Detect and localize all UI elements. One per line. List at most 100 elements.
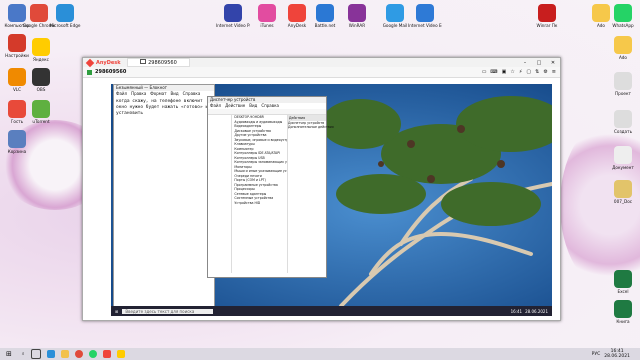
maximize-button[interactable]: □: [532, 60, 546, 66]
actions-list: Диспетчер устройств Дополнительные действ…: [288, 121, 334, 129]
bookmark-icon[interactable]: ☆: [510, 69, 514, 75]
desktop-icon-label: Winrar Пк: [536, 23, 558, 28]
desktop-icon[interactable]: Документ: [606, 146, 640, 170]
anydesk-window[interactable]: AnyDesk 298609560 – □ ✕ 298609560 ▭ ⌨ ▣ …: [82, 57, 561, 321]
desktop-icon-label: WinRAR: [348, 23, 366, 28]
yandex-taskbar-icon[interactable]: [117, 350, 126, 358]
devmgr-menu-item[interactable]: Файл: [210, 103, 221, 109]
desktop-icon[interactable]: Battle.net: [308, 4, 342, 28]
whatsapp-taskbar-icon[interactable]: [89, 350, 98, 358]
app-icon: [56, 4, 74, 22]
close-button[interactable]: ✕: [546, 60, 560, 66]
display-icon[interactable]: ▢: [526, 69, 531, 75]
notepad-menu-item[interactable]: Вид: [171, 91, 179, 97]
app-icon: [348, 4, 366, 22]
minimize-button[interactable]: –: [518, 60, 532, 66]
remote-clock-time: 16:41: [510, 308, 523, 314]
remote-start-icon[interactable]: ⊞: [115, 309, 118, 314]
desktop-icon[interactable]: WhatsApp: [606, 4, 640, 28]
desktop-icon-label: iTunes: [260, 23, 274, 28]
remote-taskbar: ⊞ Введите здесь текст для поиска 16:41 2…: [111, 306, 552, 316]
desktop-icon[interactable]: Проект: [606, 72, 640, 96]
notepad-menu-item[interactable]: Формат: [150, 91, 166, 97]
device-tree-item[interactable]: Мыши и иные указывающие устройства: [234, 169, 287, 174]
anydesk-tab[interactable]: 298609560: [126, 58, 190, 67]
desktop-icon-label: WhatsApp: [612, 23, 634, 28]
devmgr-menu-item[interactable]: Справка: [261, 103, 279, 109]
notepad-window[interactable]: Безымянный — Блокнот Файл Правка Формат Вид…: [113, 84, 215, 308]
desktop-icon[interactable]: Книга: [606, 300, 640, 324]
desktop-icon[interactable]: Microsoft Edge: [48, 4, 82, 28]
desktop-icon-label: Internet Video Editor Plus: [408, 23, 442, 28]
app-icon: [288, 4, 306, 22]
remote-screen[interactable]: Безымянный — Блокнот Файл Правка Формат Вид…: [111, 84, 552, 316]
menu-icon[interactable]: ≡: [552, 69, 556, 75]
settings-icon[interactable]: ⚙: [543, 69, 547, 75]
anydesk-titlebar[interactable]: AnyDesk 298609560 – □ ✕: [83, 58, 560, 67]
desktop-icon[interactable]: WinRAR: [340, 4, 374, 28]
chrome-taskbar-icon[interactable]: [75, 350, 84, 358]
search-icon[interactable]: ⌕: [22, 351, 25, 357]
desktop-icon[interactable]: Excel: [606, 270, 640, 294]
actions-icon[interactable]: ⚡: [519, 69, 523, 75]
notepad-menu-item[interactable]: Файл: [116, 91, 127, 97]
anydesk-logo-icon: [85, 58, 95, 67]
desktop-icon[interactable]: Ado: [606, 36, 640, 60]
transfer-icon[interactable]: ⇅: [535, 69, 539, 75]
action-item[interactable]: Дополнительные действия: [288, 125, 334, 129]
anydesk-address[interactable]: 298609560: [95, 69, 126, 75]
app-icon: [8, 130, 26, 148]
app-icon: [614, 270, 632, 288]
devmgr-title: Диспетчер устройств: [210, 97, 256, 102]
desktop-icon[interactable]: Яндекс: [24, 38, 58, 62]
keyboard-icon[interactable]: ⌨: [490, 69, 497, 75]
device-manager-window[interactable]: Диспетчер устройств Файл Действие Вид Справ…: [207, 96, 334, 278]
desktop-icon[interactable]: iTunes: [250, 4, 284, 28]
desktop-icon[interactable]: Корзина: [0, 130, 34, 154]
device-tree-item[interactable]: Контроллеры запоминающих устройств: [234, 160, 287, 165]
devmgr-menu-item[interactable]: Действие: [225, 103, 245, 109]
explorer-taskbar-icon[interactable]: [61, 350, 70, 358]
desktop-icon-label: Книга: [616, 319, 630, 324]
edge-taskbar-icon[interactable]: [47, 350, 56, 358]
app-icon: [614, 146, 632, 164]
app-icon: [386, 4, 404, 22]
desktop-icon-label: Проект: [615, 91, 631, 96]
app-icon: [614, 300, 632, 318]
desktop-icon[interactable]: Internet Video Editor Plus: [408, 4, 442, 28]
tray-lang[interactable]: РУС: [592, 352, 601, 357]
desktop-icon[interactable]: Winrar Пк: [530, 4, 564, 28]
notepad-title: Безымянный — Блокнот: [116, 85, 168, 90]
remote-search-box[interactable]: Введите здесь текст для поиска: [122, 308, 214, 314]
app-icon: [416, 4, 434, 22]
monitor-icon: [139, 59, 146, 64]
desktop-icon-label: Создать: [613, 129, 633, 134]
desktop-icon-label: Microsoft Edge: [49, 23, 81, 28]
device-tree-item[interactable]: Устройства HID: [234, 201, 287, 206]
desktop-icon[interactable]: 007_Doc: [606, 180, 640, 204]
app-icon: [30, 4, 48, 22]
session-icon[interactable]: [87, 69, 92, 75]
anydesk-taskbar-icon[interactable]: [103, 350, 112, 358]
devmgr-left-pane: [208, 115, 233, 273]
notepad-menu-item[interactable]: Правка: [131, 91, 146, 97]
clock[interactable]: 16:41 28.06.2021: [604, 349, 630, 359]
device-tree-item[interactable]: Контроллеры IDE ATA/ATAPI: [234, 151, 287, 156]
desktop-icon[interactable]: uTorrent: [24, 100, 58, 124]
devmgr-menu-item[interactable]: Вид: [249, 103, 257, 109]
app-icon: [538, 4, 556, 22]
desktop-icon-label: OBS: [36, 87, 46, 92]
desktop-icon[interactable]: Создать: [606, 110, 640, 134]
desktop-icon-label: Battle.net: [314, 23, 336, 28]
chat-icon[interactable]: ▭: [482, 69, 487, 75]
desktop-icon-label: Ado: [618, 55, 627, 60]
app-icon: [614, 72, 632, 90]
taskview-icon[interactable]: [31, 349, 42, 359]
desktop-icon[interactable]: OBS: [24, 68, 58, 92]
desktop-icon[interactable]: Google Mail: [378, 4, 412, 28]
notepad-menu-item[interactable]: Справка: [183, 91, 201, 97]
desktop-icon[interactable]: Internet Video Pro: [216, 4, 250, 28]
screenshot-icon[interactable]: ▣: [502, 69, 507, 75]
notepad-text[interactable]: когда скажу, на телефоне включит окно ну…: [114, 97, 214, 119]
start-icon[interactable]: ⊞: [6, 350, 12, 358]
